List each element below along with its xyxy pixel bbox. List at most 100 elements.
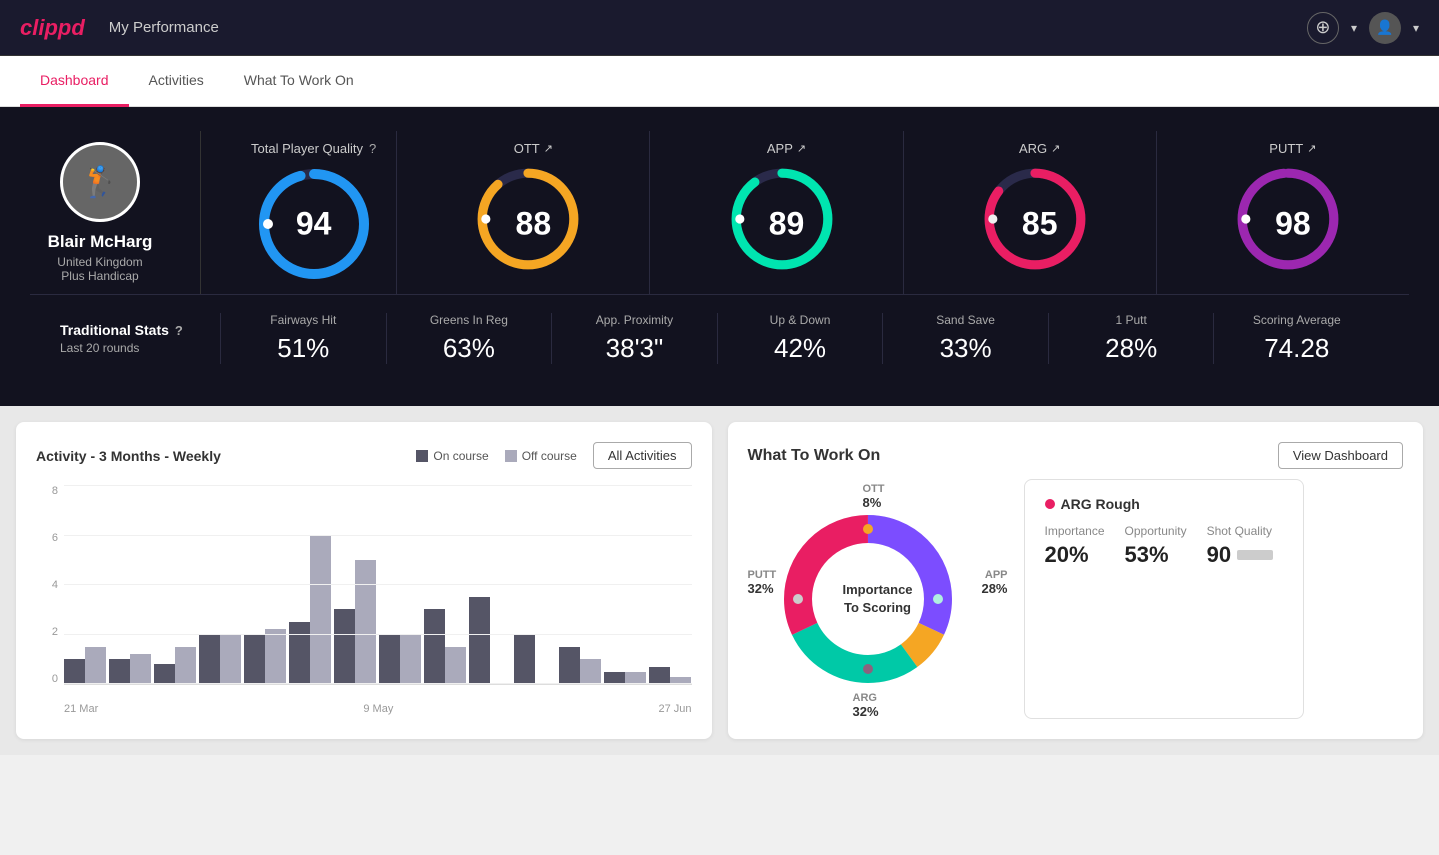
putt-value: 98: [1275, 206, 1311, 243]
metric-shot-quality: Shot Quality 90: [1207, 524, 1273, 568]
bar-off-9: [445, 647, 466, 684]
ott-value: 88: [516, 206, 552, 243]
activity-title: Activity - 3 Months - Weekly: [36, 448, 221, 464]
arg-block: ARG ↗ 85: [924, 131, 1157, 294]
y-label-6: 6: [36, 532, 58, 544]
trad-help-icon[interactable]: ?: [175, 323, 183, 338]
stat-fairways: Fairways Hit 51%: [220, 313, 386, 364]
x-axis: 21 Mar 9 May 27 Jun: [64, 703, 692, 715]
metric-shot-quality-label: Shot Quality: [1207, 524, 1273, 538]
donut-center-text: ImportanceTo Scoring: [838, 581, 918, 617]
stat-app-proximity-value: 38'3": [606, 333, 664, 364]
bar-group-8: [379, 485, 421, 684]
bar-group-6: [289, 485, 331, 684]
app-label-donut: APP 28%: [981, 569, 1007, 596]
bar-off-3: [175, 647, 196, 684]
legend-off-course: Off course: [505, 449, 577, 463]
bar-group-11: [514, 485, 556, 684]
stat-app-proximity-label: App. Proximity: [596, 313, 673, 327]
stat-scoring-avg-value: 74.28: [1264, 333, 1329, 364]
bar-group-12: [559, 485, 601, 684]
total-quality-label: Total Player Quality ?: [251, 141, 376, 156]
stat-sand-save: Sand Save 33%: [882, 313, 1048, 364]
bars-container: [64, 485, 692, 685]
all-activities-button[interactable]: All Activities: [593, 442, 692, 469]
bar-group-4: [199, 485, 241, 684]
bar-off-2: [130, 654, 151, 684]
add-dropdown[interactable]: ▾: [1351, 21, 1357, 35]
work-on-header: What To Work On View Dashboard: [748, 442, 1404, 469]
trad-sublabel: Last 20 rounds: [60, 341, 220, 355]
stat-greens-value: 63%: [443, 333, 495, 364]
work-on-content: ImportanceTo Scoring OTT 8% APP 28% ARG …: [748, 479, 1404, 719]
bar-on-13: [604, 672, 625, 684]
header: clippd My Performance ⊕ ▾ 👤 ▾: [0, 0, 1439, 56]
shot-quality-bar: [1237, 550, 1273, 560]
x-label-2: 9 May: [363, 703, 393, 715]
y-label-4: 4: [36, 579, 58, 591]
metric-shot-quality-row: 90: [1207, 542, 1273, 568]
info-card-title: ARG Rough: [1045, 496, 1283, 512]
plus-circle-icon: ⊕: [1315, 17, 1330, 38]
putt-label-donut: PUTT 32%: [748, 569, 777, 596]
arg-arrow-icon: ↗: [1051, 142, 1060, 155]
avatar-dropdown[interactable]: ▾: [1413, 21, 1419, 35]
legend: On course Off course All Activities: [416, 442, 691, 469]
stat-greens: Greens In Reg 63%: [386, 313, 552, 364]
putt-label: PUTT ↗: [1269, 141, 1316, 156]
metric-importance-label: Importance: [1045, 524, 1105, 538]
y-axis: 0 2 4 6 8: [36, 485, 58, 685]
tab-activities[interactable]: Activities: [129, 56, 224, 107]
bar-group-3: [154, 485, 196, 684]
tab-dashboard[interactable]: Dashboard: [20, 56, 129, 107]
putt-arrow-icon: ↗: [1307, 142, 1316, 155]
stat-greens-label: Greens In Reg: [430, 313, 508, 327]
y-label-0: 0: [36, 673, 58, 685]
red-dot-icon: [1045, 499, 1055, 509]
avatar: 🏌️: [60, 142, 140, 222]
stat-fairways-value: 51%: [277, 333, 329, 364]
ott-label: OTT ↗: [514, 141, 553, 156]
tab-what-to-work-on[interactable]: What To Work On: [224, 56, 374, 107]
hero-inner: 🏌️ Blair McHarg United Kingdom Plus Hand…: [30, 131, 1409, 294]
bar-on-1: [64, 659, 85, 684]
metric-shot-quality-value: 90: [1207, 542, 1231, 568]
bar-group-2: [109, 485, 151, 684]
bar-on-2: [109, 659, 130, 684]
header-actions: ⊕ ▾ 👤 ▾: [1307, 12, 1419, 44]
arg-label-donut: ARG 32%: [853, 692, 879, 719]
stat-up-down-label: Up & Down: [770, 313, 831, 327]
putt-circle: 98: [1233, 164, 1353, 284]
app-value: 89: [769, 206, 805, 243]
activity-header: Activity - 3 Months - Weekly On course O…: [36, 442, 692, 469]
ott-circle: 88: [473, 164, 593, 284]
x-label-1: 21 Mar: [64, 703, 98, 715]
trad-label-block: Traditional Stats ? Last 20 rounds: [60, 322, 220, 355]
stat-sand-save-value: 33%: [940, 333, 992, 364]
logo: clippd: [20, 15, 85, 41]
avatar[interactable]: 👤: [1369, 12, 1401, 44]
player-handicap: Plus Handicap: [61, 269, 138, 283]
stat-1-putt: 1 Putt 28%: [1048, 313, 1214, 364]
chart-area: 0 2 4 6 8: [36, 485, 692, 715]
bar-on-8: [379, 634, 400, 684]
bar-on-3: [154, 664, 175, 684]
bar-off-6: [310, 535, 331, 684]
metric-importance-value: 20%: [1045, 542, 1105, 568]
info-metrics: Importance 20% Opportunity 53% Shot Qual…: [1045, 524, 1283, 568]
view-dashboard-button[interactable]: View Dashboard: [1278, 442, 1403, 469]
on-course-dot: [416, 450, 428, 462]
ott-label-donut: OTT 8%: [863, 483, 885, 510]
bar-on-7: [334, 609, 355, 684]
add-button[interactable]: ⊕: [1307, 12, 1339, 44]
help-icon[interactable]: ?: [369, 141, 376, 156]
tabs: Dashboard Activities What To Work On: [0, 56, 1439, 107]
traditional-stats: Traditional Stats ? Last 20 rounds Fairw…: [30, 294, 1409, 382]
hero-section: 🏌️ Blair McHarg United Kingdom Plus Hand…: [0, 107, 1439, 406]
bar-group-1: [64, 485, 106, 684]
stat-scoring-avg-label: Scoring Average: [1253, 313, 1341, 327]
bar-group-5: [244, 485, 286, 684]
metric-opportunity-label: Opportunity: [1125, 524, 1187, 538]
bottom-section: Activity - 3 Months - Weekly On course O…: [0, 406, 1439, 755]
work-on-card: What To Work On View Dashboard: [728, 422, 1424, 739]
